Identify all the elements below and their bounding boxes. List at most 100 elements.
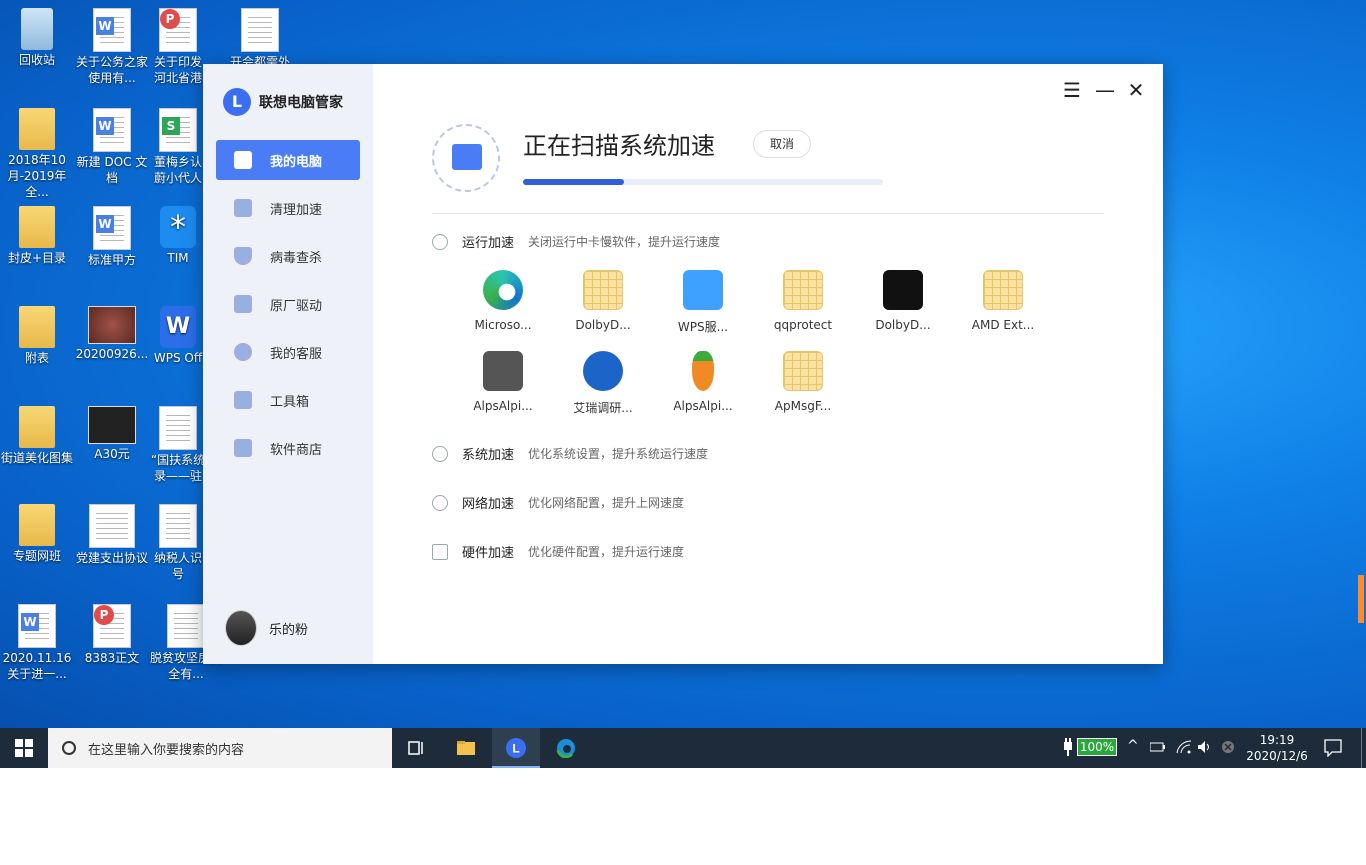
app-label: AMD Ext... xyxy=(971,318,1035,332)
desktop-icon-folder[interactable]: 封皮+目录 xyxy=(0,206,74,266)
file-explorer-button[interactable] xyxy=(442,728,490,768)
nav-item-store[interactable]: 软件商店 xyxy=(216,428,360,468)
desktop-icon-folder[interactable]: 专题网班 xyxy=(0,504,74,564)
desktop-icon-folder[interactable]: 2018年10月-2019年全... xyxy=(0,108,74,200)
desktop-icon-folder[interactable]: 街道美化图集 xyxy=(0,406,74,466)
document-icon xyxy=(159,406,197,450)
desktop-icon-pdf[interactable]: P 8383正文 xyxy=(75,604,149,666)
nav-item-support[interactable]: 我的客服 xyxy=(216,332,360,372)
app-item[interactable]: 艾瑞调研... xyxy=(568,351,638,416)
scroll-indicator xyxy=(1358,575,1364,623)
driver-icon xyxy=(234,295,252,313)
taskbar-search[interactable]: 在这里输入你要搜索的内容 xyxy=(48,728,392,768)
edge-taskbar-button[interactable] xyxy=(542,728,590,768)
app-item[interactable]: qqprotect xyxy=(768,270,838,332)
avatar xyxy=(225,610,257,646)
action-center-icon[interactable] xyxy=(1324,739,1342,757)
clock[interactable]: 19:19 2020/12/6 xyxy=(1244,732,1310,764)
desktop-icon-word[interactable]: W 新建 DOC 文档 xyxy=(75,108,149,186)
nav-label: 病毒查杀 xyxy=(270,250,323,266)
nav-label: 我的电脑 xyxy=(270,154,323,170)
desktop-icon-recycle-bin[interactable]: 回收站 xyxy=(0,8,74,68)
desktop-icon-word[interactable]: W 标准甲方 xyxy=(75,206,149,268)
section-title: 系统加速 xyxy=(462,448,515,463)
show-desktop-strip[interactable] xyxy=(1361,728,1362,768)
desktop-icon-folder[interactable]: 附表 xyxy=(0,306,74,366)
section-desc: 优化网络配置，提升上网速度 xyxy=(528,496,685,510)
user-profile[interactable]: 乐的粉 xyxy=(225,610,308,646)
desktop-icon-label: 封皮+目录 xyxy=(7,251,67,265)
app-item[interactable]: ApMsgF... xyxy=(768,351,838,413)
app-item[interactable]: WPS服... xyxy=(668,270,738,335)
nav-label: 我的客服 xyxy=(270,346,323,362)
menu-icon[interactable]: ☰ xyxy=(1063,78,1081,102)
volume-icon[interactable] xyxy=(1197,739,1213,755)
app-item[interactable]: DolbyD... xyxy=(868,270,938,332)
nav-item-antivirus[interactable]: 病毒查杀 xyxy=(216,236,360,276)
desktop-icon-photo[interactable]: A30元 xyxy=(75,406,149,462)
notification-off-icon[interactable] xyxy=(1221,740,1235,754)
desktop-icon-photo[interactable]: 20200926... xyxy=(75,306,149,362)
app-item[interactable]: Microso... xyxy=(468,270,538,332)
desktop-icon-label: 2018年10月-2019年全... xyxy=(7,153,67,199)
desktop-icon-label: “国扶系统录——驻 xyxy=(150,453,206,483)
document-icon xyxy=(89,504,135,548)
brand-name: 联想电脑管家 xyxy=(259,95,343,111)
desktop-icon-label: 街道美化图集 xyxy=(0,451,73,465)
windows-logo-icon xyxy=(15,739,33,757)
app-label: DolbyD... xyxy=(875,318,931,332)
battery-indicator[interactable]: 100% xyxy=(1077,738,1117,756)
cancel-button[interactable]: 取消 xyxy=(753,130,811,158)
speedometer-icon xyxy=(432,233,448,250)
chevron-up-icon[interactable]: ^ xyxy=(1127,738,1139,754)
close-icon[interactable]: ✕ xyxy=(1127,78,1145,102)
minimize-icon[interactable]: — xyxy=(1095,78,1115,102)
desktop-icon-doc[interactable]: 党建支出协议 xyxy=(75,504,149,566)
nav-item-drivers[interactable]: 原厂驱动 xyxy=(216,284,360,324)
desktop-icon-label: 党建支出协议 xyxy=(75,551,148,565)
taskbar: 在这里输入你要搜索的内容 L 100% ^ 19:19 2020/12/6 xyxy=(0,728,1366,768)
section-desc: 优化系统设置，提升系统运行速度 xyxy=(528,447,709,461)
nav-item-cleanup[interactable]: 清理加速 xyxy=(216,188,360,228)
desktop-icon-sheet[interactable]: S 董梅乡认蔚小代人 xyxy=(150,108,206,186)
desktop-icon-wps[interactable]: W WPS Off xyxy=(150,306,206,366)
search-placeholder: 在这里输入你要搜索的内容 xyxy=(88,742,245,758)
edge-icon xyxy=(556,739,575,758)
desktop-icon-doc[interactable]: 纳税人识号 xyxy=(150,504,206,582)
app-label: Microso... xyxy=(474,318,532,332)
document-icon xyxy=(167,604,205,648)
wifi-icon[interactable] xyxy=(1176,739,1192,755)
desktop-icon-doc[interactable]: “国扶系统录——驻 xyxy=(150,406,206,484)
section-title: 硬件加速 xyxy=(462,546,515,561)
word-doc-icon: W xyxy=(18,604,56,648)
nav-item-toolbox[interactable]: 工具箱 xyxy=(216,380,360,420)
wps-office-icon: W xyxy=(160,306,196,348)
toolbox-icon xyxy=(234,391,252,409)
app-item[interactable]: AlpsAlpi... xyxy=(468,351,538,413)
desktop-icon-doc[interactable]: 开会都需外 xyxy=(228,8,292,70)
nav-item-my-computer[interactable]: 我的电脑 xyxy=(216,140,360,180)
lenovo-manager-taskbar-button[interactable]: L xyxy=(492,728,540,768)
desktop-icon-label: 关于公务之家使用有... xyxy=(75,55,148,85)
battery-icon[interactable] xyxy=(1150,741,1166,753)
document-icon xyxy=(159,504,197,548)
desktop-icon-word[interactable]: W 关于公务之家使用有... xyxy=(75,8,149,86)
desktop-icon-word[interactable]: W 2020.11.16关于进一... xyxy=(0,604,74,682)
section-hardware-speedup: 硬件加速 优化硬件配置，提升运行速度 xyxy=(432,542,684,561)
app-item[interactable]: AlpsAlpi... xyxy=(668,351,738,413)
store-bag-icon xyxy=(234,439,252,457)
desktop-icon-label: A30元 xyxy=(94,447,130,461)
start-button[interactable] xyxy=(0,728,48,768)
app-item[interactable]: DolbyD... xyxy=(568,270,638,332)
sidebar: L 联想电脑管家 我的电脑 清理加速 病毒查杀 原厂驱动 我的客服 工具箱 软件… xyxy=(203,64,373,664)
wps-cloud-icon xyxy=(683,270,723,310)
check-circle-icon xyxy=(583,351,623,391)
task-view-button[interactable] xyxy=(392,728,440,768)
desktop-icon-tim[interactable]: * TIM xyxy=(150,206,206,266)
desktop-icon-pdf[interactable]: P 关于印发河北省港 xyxy=(150,8,206,86)
word-doc-icon: W xyxy=(93,8,131,52)
nav-label: 清理加速 xyxy=(270,202,323,218)
app-item[interactable]: AMD Ext... xyxy=(968,270,1038,332)
pdf-icon: P xyxy=(93,604,131,648)
scan-title: 正在扫描系统加速 xyxy=(523,132,715,160)
